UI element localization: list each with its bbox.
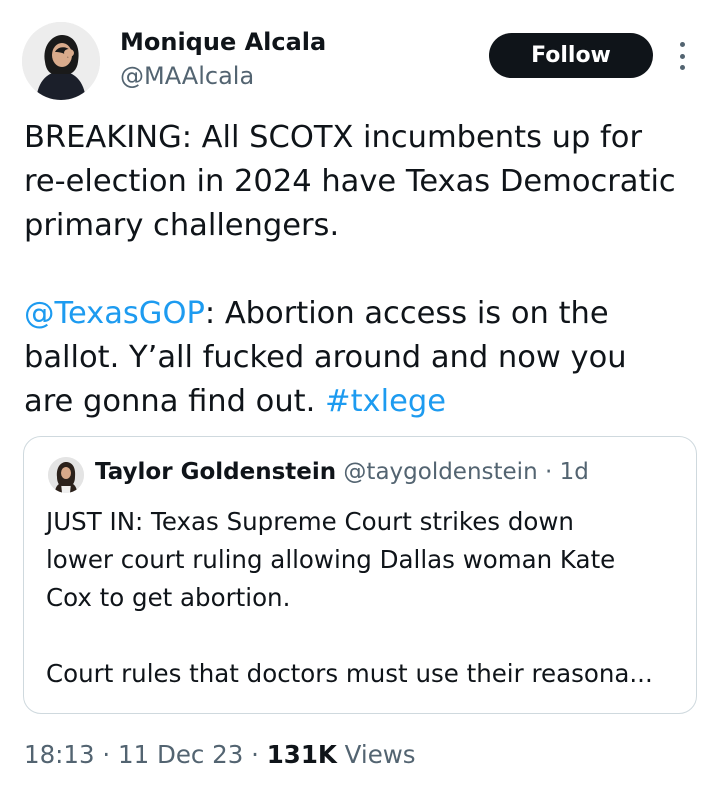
quoted-author-avatar[interactable] (48, 457, 84, 493)
views-count: 131K (266, 740, 337, 769)
quoted-author-handle[interactable]: @taygoldenstein (343, 459, 537, 485)
quoted-separator: · (544, 459, 553, 485)
post-time[interactable]: 18:13 (24, 740, 95, 769)
tweet-line-text: are gonna find out. (24, 384, 326, 419)
tweet-header: Monique Alcala @MAAlcala Follow (22, 22, 698, 100)
views-label: Views (344, 740, 416, 769)
tweet-line: re-election in 2024 have Texas Democrati… (24, 164, 676, 199)
quoted-tweet-card[interactable]: Taylor Goldenstein @taygoldenstein · 1d … (23, 436, 697, 714)
tweet-meta: 18:13 · 11 Dec 23 · 131K Views (24, 740, 416, 769)
tweet-line: primary challengers. (24, 208, 340, 243)
more-options-icon[interactable] (672, 40, 692, 72)
mention-link[interactable]: @TexasGOP (24, 296, 205, 331)
more-dot (679, 53, 685, 59)
quoted-body: JUST IN: Texas Supreme Court strikes dow… (46, 503, 686, 693)
tweet-line-text: : Abortion access is on the (204, 296, 609, 331)
tweet-line: @TexasGOP: Abortion access is on the (24, 292, 704, 336)
tweet-line: are gonna find out. #txlege (24, 380, 704, 424)
author-avatar[interactable] (22, 22, 100, 100)
quoted-header: Taylor Goldenstein @taygoldenstein · 1d (95, 459, 589, 485)
quoted-line: Court rules that doctors must use their … (46, 659, 653, 688)
quoted-line: lower court ruling allowing Dallas woman… (46, 545, 616, 574)
post-date[interactable]: 11 Dec 23 (118, 740, 243, 769)
more-dot (679, 65, 685, 70)
quoted-line: JUST IN: Texas Supreme Court strikes dow… (46, 507, 574, 536)
meta-separator: · (102, 740, 111, 769)
meta-separator: · (251, 740, 259, 769)
tweet-body: BREAKING: All SCOTX incumbents up for re… (24, 116, 704, 424)
more-dot (679, 42, 685, 47)
hashtag-link[interactable]: #txlege (325, 384, 446, 419)
author-handle[interactable]: @MAAlcala (120, 62, 254, 90)
tweet-line: ballot. Y’all fucked around and now you (24, 340, 627, 375)
quoted-timestamp[interactable]: 1d (560, 459, 589, 485)
tweet-line: BREAKING: All SCOTX incumbents up for (24, 120, 642, 155)
follow-button[interactable]: Follow (489, 33, 653, 78)
quoted-author-name[interactable]: Taylor Goldenstein (95, 459, 336, 485)
author-name[interactable]: Monique Alcala (120, 28, 326, 56)
quoted-line: Cox to get abortion. (46, 583, 291, 612)
